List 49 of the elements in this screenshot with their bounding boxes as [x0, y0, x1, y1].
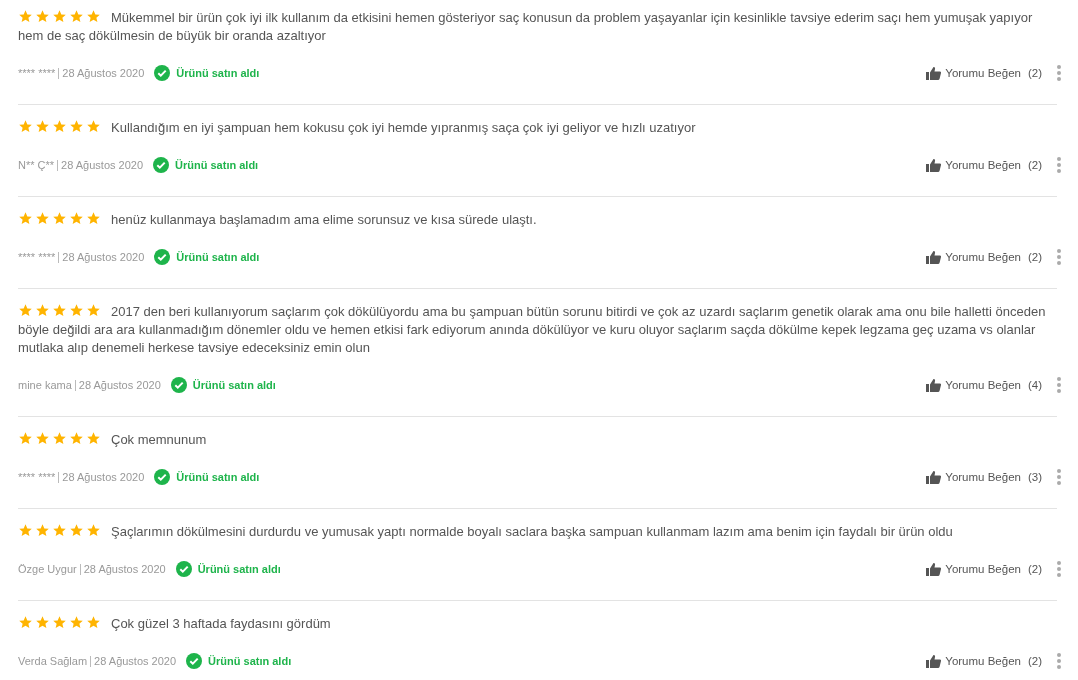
thumbs-up-icon — [926, 158, 942, 172]
thumbs-up-icon — [926, 250, 942, 264]
author-name: Verda Sağlam — [18, 655, 88, 667]
thumbs-up-icon — [926, 470, 942, 484]
review-date: 28 Ağustos 2020 — [61, 159, 144, 171]
review-date: 28 Ağustos 2020 — [62, 67, 145, 79]
review-text: 2017 den beri kullanıyorum saçlarım çok dökülüyordu ama bu şampuan bütün sorunu bitirdi ve çok az uzardı saçlarım genetik olarak ama onu bile halletti önceden böyle değildi ara ara kullanmadığım dönemler oldu ve hemen etkisi fark ediyorum anında dökülüyor ve kuru oluyor saçlarım saçda dökülme kepek legzama geç uzama vs olanlar mutlaka alıp denemeli herkese tavsiye edeceksiniz emin olun — [18, 303, 1047, 357]
more-options-icon[interactable] — [1056, 156, 1062, 174]
more-options-icon[interactable] — [1056, 376, 1062, 394]
more-options-icon[interactable] — [1056, 560, 1062, 578]
verified-purchase-label: Ürünü satın aldı — [197, 563, 281, 575]
verified-purchase-label: Ürünü satın aldı — [192, 379, 276, 391]
like-review-button[interactable]: Yorumu Beğen (2) — [926, 158, 1042, 172]
review-text: Kullandığım en iyi şampuan hem kokusu çok iyi hemde yıpranmış saça çok iyi geliyor ve hızlı uzatıyor — [18, 119, 1057, 137]
review-date: 28 Ağustos 2020 — [83, 563, 166, 575]
review-text: henüz kullanmaya başlamadım ama elime sorunsuz ve kısa sürede ulaştı. — [18, 211, 1057, 229]
review-date: 28 Ağustos 2020 — [62, 251, 145, 263]
review-text: Çok güzel 3 haftada faydasını gördüm — [18, 615, 1057, 633]
more-options-icon[interactable] — [1056, 64, 1062, 82]
verified-purchase-label: Ürünü satın aldı — [176, 251, 260, 263]
thumbs-up-icon — [926, 654, 942, 668]
thumbs-up-icon — [926, 66, 942, 80]
review-date: 28 Ağustos 2020 — [78, 379, 161, 391]
review-text: Mükemmel bir ürün çok iyi ilk kullanım da etkisini hemen gösteriyor saç konusun da problem yaşayanlar için kesinlikle tavsiye ederim saçı hem yumuşak yapıyor hem de saç dökülmesin de büyük bir oranda azaltıyor — [18, 9, 1034, 45]
review-date: 28 Ağustos 2020 — [94, 655, 177, 667]
verified-purchase-label: Ürünü satın aldı — [175, 159, 259, 171]
author-name: **** **** — [18, 67, 56, 79]
author-name: Özge Uygur — [18, 563, 77, 575]
verified-purchase-label: Ürünü satın aldı — [176, 67, 260, 79]
author-name: **** **** — [18, 251, 56, 263]
review-date: 28 Ağustos 2020 — [62, 471, 145, 483]
author-name: mine kama — [18, 379, 72, 391]
thumbs-up-icon — [926, 562, 942, 576]
like-review-button[interactable]: Yorumu Beğen (4) — [926, 378, 1042, 392]
author-name: N** Ç** — [18, 159, 55, 171]
like-review-button[interactable]: Yorumu Beğen (2) — [926, 654, 1042, 668]
more-options-icon[interactable] — [1056, 468, 1062, 486]
review-text: Şaçlarımın dökülmesini durdurdu ve yumusak yaptı normalde boyalı saclara başka sampuan kullanmam lazım ama benim için faydalı bir ürün oldu — [18, 523, 1057, 541]
thumbs-up-icon — [926, 378, 942, 392]
like-review-button[interactable]: Yorumu Beğen (2) — [926, 562, 1042, 576]
more-options-icon[interactable] — [1056, 652, 1062, 670]
more-options-icon[interactable] — [1056, 248, 1062, 266]
verified-purchase-label: Ürünü satın aldı — [208, 655, 292, 667]
review-text: Çok memnunum — [18, 431, 1057, 449]
like-review-button[interactable]: Yorumu Beğen (2) — [926, 250, 1042, 264]
author-name: **** **** — [18, 471, 56, 483]
verified-purchase-label: Ürünü satın aldı — [176, 471, 260, 483]
like-review-button[interactable]: Yorumu Beğen (2) — [926, 66, 1042, 80]
like-review-button[interactable]: Yorumu Beğen (3) — [926, 470, 1042, 484]
